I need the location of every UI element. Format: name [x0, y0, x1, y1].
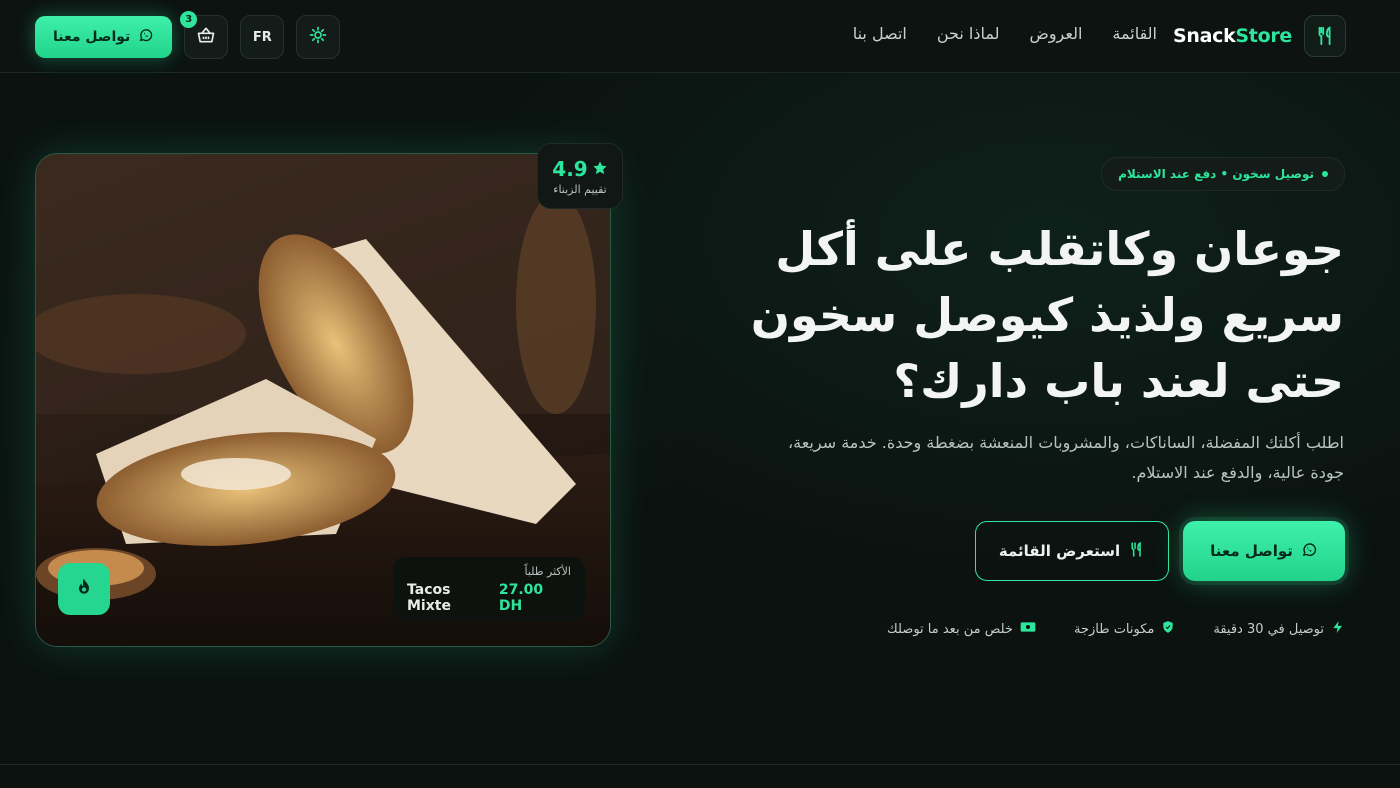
cash-icon: [1020, 620, 1036, 638]
feature-list: توصيل في 30 دقيقة مكونات طازجة خلص من بع…: [887, 620, 1345, 638]
hero-title: جوعان وكاتقلب على أكل سريع ولذيذ كيوصل س…: [750, 222, 1344, 408]
brand-name: SnackStore: [1172, 25, 1292, 47]
whatsapp-icon: [138, 27, 154, 47]
cart-count-badge: 3: [180, 11, 198, 28]
brand[interactable]: SnackStore: [1173, 14, 1346, 58]
pill-dot: [1322, 171, 1328, 177]
site-header: SnackStore القائمة العروض لماذا نحن اتصل…: [0, 0, 1400, 73]
contact-us-label: تواصل معنا: [1210, 542, 1293, 560]
fork-knife-icon: [1304, 15, 1346, 57]
rating-badge: 4.9 تقييم الزبناء: [537, 143, 623, 209]
browse-menu-label: استعرض القائمة: [998, 542, 1121, 560]
theme-toggle-button[interactable]: [296, 15, 341, 59]
header-whatsapp-label: تواصل معنا: [53, 29, 131, 45]
fire-icon: [74, 576, 94, 602]
best-seller-price: 27.00 DH: [498, 581, 544, 614]
nav-item-contact[interactable]: اتصل بنا: [853, 24, 907, 43]
feature-pay-on-delivery: خلص من بعد ما توصلك: [887, 620, 1036, 638]
lightning-icon: [1331, 620, 1345, 638]
hot-deals-button[interactable]: [58, 563, 110, 615]
header-whatsapp-button[interactable]: تواصل معنا: [35, 16, 173, 58]
rating-label: تقييم الزبناء: [553, 182, 607, 196]
hero-description: اطلب أكلتك المفضلة، الساناكات، والمشروبا…: [787, 433, 1344, 482]
nav-item-menu[interactable]: القائمة: [1112, 24, 1157, 43]
header-actions: تواصل معنا 3 FR: [35, 11, 341, 59]
whatsapp-icon: [1301, 541, 1318, 562]
star-icon: [592, 157, 608, 181]
feature-delivery-time: توصيل في 30 دقيقة: [1213, 620, 1345, 638]
feature-fresh-ingredients: مكونات طازجة: [1074, 620, 1175, 638]
best-seller-card: الأكثر طلباً Tacos Mixte 27.00 DH: [393, 557, 585, 621]
rating-value: 4.9: [552, 156, 588, 181]
sun-icon: [309, 26, 327, 48]
pill-text: توصيل سخون • دفع عند الاستلام: [1118, 167, 1314, 181]
contact-us-button[interactable]: تواصل معنا: [1183, 521, 1345, 581]
best-seller-label: الأكثر طلباً: [524, 564, 571, 578]
browse-menu-button[interactable]: استعرض القائمة: [975, 521, 1169, 581]
nav-item-why-us[interactable]: لماذا نحن: [937, 24, 1000, 43]
delivery-pill: توصيل سخون • دفع عند الاستلام: [1101, 157, 1345, 191]
nav-item-offers[interactable]: العروض: [1029, 24, 1082, 43]
shield-icon: [1161, 620, 1175, 638]
language-button[interactable]: FR: [240, 15, 285, 59]
best-seller-item: Tacos Mixte: [407, 581, 451, 614]
basket-icon: [196, 25, 216, 49]
main-nav: القائمة العروض لماذا نحن اتصل بنا: [853, 24, 1157, 43]
cart-button[interactable]: 3: [180, 11, 229, 59]
utensils-icon: [1128, 541, 1145, 562]
section-divider: [0, 764, 1400, 765]
